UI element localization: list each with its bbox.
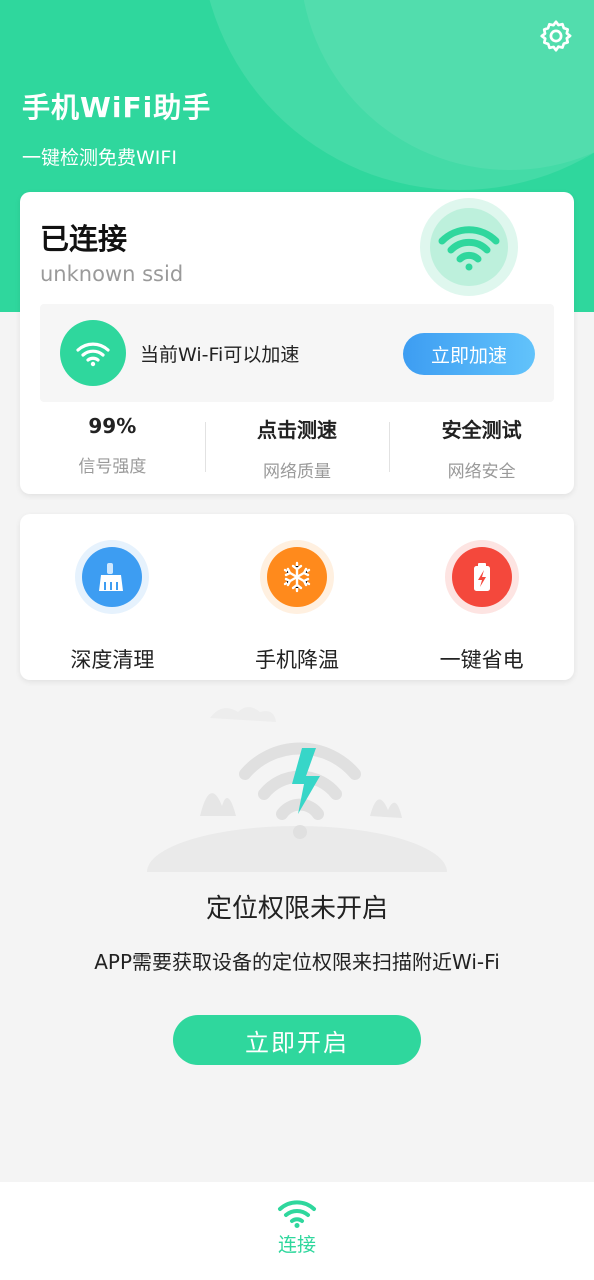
wifi-icon — [438, 226, 500, 271]
stat-speed-test[interactable]: 点击测速 网络质量 — [204, 410, 390, 482]
enable-location-button[interactable]: 立即开启 — [173, 1015, 421, 1065]
tool-cool-down[interactable]: 手机降温 — [205, 514, 390, 680]
battery-icon — [473, 563, 490, 591]
tab-label: 连接 — [277, 1234, 316, 1256]
wifi-icon — [76, 342, 110, 367]
stat-label: 信号强度 — [78, 457, 147, 477]
wifi-status-badge — [420, 198, 518, 296]
accelerate-wifi-badge — [60, 320, 126, 386]
bottom-tab-bar: 连接 — [0, 1182, 594, 1280]
tab-connect[interactable]: 连接 — [277, 1182, 317, 1280]
gear-icon[interactable] — [538, 18, 574, 54]
permission-title: 定位权限未开启 — [205, 894, 388, 924]
snowflake-icon — [283, 561, 311, 593]
location-illustration — [147, 707, 447, 872]
connection-card: 已连接 unknown ssid 当前Wi-Fi可以加速 立即加速 99% 信号… — [20, 192, 574, 494]
ssid-label: unknown ssid — [40, 262, 184, 286]
accelerate-panel: 当前Wi-Fi可以加速 立即加速 — [40, 304, 554, 402]
tool-power-save[interactable]: 一键省电 — [389, 514, 574, 680]
accelerate-button[interactable]: 立即加速 — [403, 333, 535, 375]
wifi-icon — [278, 1200, 316, 1228]
accelerate-text: 当前Wi-Fi可以加速 — [140, 344, 300, 366]
broom-icon — [99, 563, 124, 591]
app-title: 手机WiFi助手 — [22, 91, 212, 124]
app-subtitle: 一键检测免费WIFI — [22, 147, 177, 169]
stat-label: 网络质量 — [263, 462, 331, 482]
tool-label: 手机降温 — [255, 648, 339, 672]
tool-label: 深度清理 — [70, 648, 155, 672]
stat-signal[interactable]: 99% 信号强度 — [20, 410, 205, 480]
stat-value: 99% — [88, 414, 137, 438]
connection-status: 已连接 — [40, 222, 128, 256]
stats-row: 99% 信号强度 点击测速 网络质量 安全测试 网络安全 — [20, 410, 574, 482]
stat-label: 网络安全 — [447, 462, 516, 482]
stat-value: 点击测速 — [257, 418, 337, 442]
tool-deep-clean[interactable]: 深度清理 — [20, 514, 205, 680]
tool-label: 一键省电 — [439, 648, 524, 672]
tools-card: 深度清理 手机降温 一键省电 — [20, 514, 574, 680]
stat-value: 安全测试 — [441, 418, 522, 442]
stat-security-test[interactable]: 安全测试 网络安全 — [389, 410, 574, 482]
permission-description: APP需要获取设备的定位权限来扫描附近Wi-Fi — [94, 950, 500, 974]
